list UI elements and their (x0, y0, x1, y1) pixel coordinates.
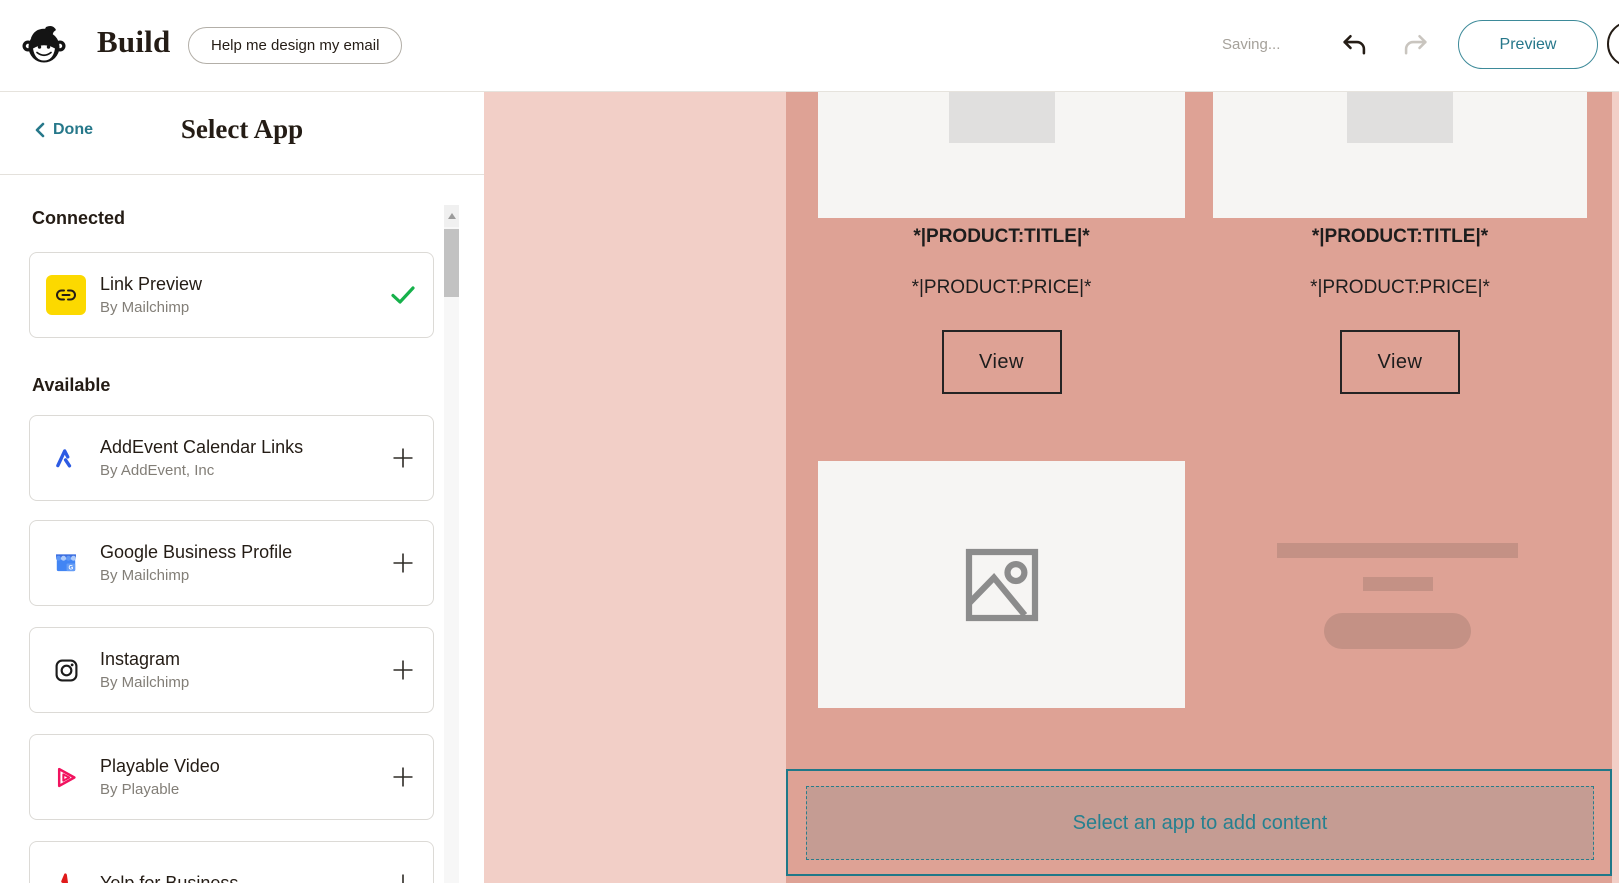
instagram-icon (46, 650, 86, 690)
product-image-placeholder[interactable] (818, 92, 1185, 218)
google-business-icon: G (46, 543, 86, 583)
avatar[interactable] (1607, 21, 1619, 67)
sidebar-scrollbar[interactable] (444, 205, 459, 883)
addevent-icon (46, 438, 86, 478)
product-price: *|PRODUCT:PRICE|* (1310, 277, 1490, 298)
top-bar: Build Help me design my email Saving... … (0, 0, 1619, 92)
app-author: By Mailchimp (100, 299, 190, 316)
app-author: By Playable (100, 781, 180, 798)
app-name: Playable Video (100, 756, 220, 776)
product-block-2[interactable]: *|PRODUCT:TITLE|* *|PRODUCT:PRICE|* View (1213, 92, 1587, 502)
playable-icon (46, 757, 86, 797)
undo-icon[interactable] (1340, 31, 1368, 59)
app-card-google-business[interactable]: G Google Business Profile By Mailchimp (29, 520, 434, 606)
scrollbar-thumb[interactable] (444, 229, 459, 297)
app-name: Link Preview (100, 274, 203, 294)
help-design-button[interactable]: Help me design my email (188, 27, 403, 64)
select-app-panel: Done Select App Connected Link Preview B… (0, 92, 484, 883)
app-name: Google Business Profile (100, 542, 293, 562)
image-placeholder-fragment (1347, 92, 1453, 143)
yelp-icon (46, 864, 86, 883)
product-image-placeholder[interactable] (1213, 92, 1587, 218)
product-view-button[interactable]: View (1340, 330, 1460, 394)
app-card-link-preview[interactable]: Link Preview By Mailchimp (29, 252, 434, 338)
app-dropzone-inner[interactable]: Select an app to add content (806, 786, 1594, 860)
product-view-button[interactable]: View (941, 330, 1062, 394)
email-body: *|PRODUCT:TITLE|* *|PRODUCT:PRICE|* View… (786, 92, 1612, 883)
image-content-block[interactable] (818, 461, 1185, 708)
plus-icon[interactable] (391, 446, 415, 470)
app-dropzone[interactable]: Select an app to add content (786, 769, 1612, 876)
plus-icon[interactable] (391, 765, 415, 789)
image-placeholder-icon (965, 548, 1038, 621)
product-block-1[interactable]: *|PRODUCT:TITLE|* *|PRODUCT:PRICE|* View (818, 92, 1185, 502)
app-author: By AddEvent, Inc (100, 462, 215, 479)
section-label-available: Available (32, 375, 111, 395)
product-title: *|PRODUCT:TITLE|* (913, 226, 1090, 247)
preview-button[interactable]: Preview (1458, 20, 1598, 69)
mailchimp-logo-icon[interactable] (21, 21, 67, 67)
section-label-connected: Connected (32, 208, 126, 228)
app-card-instagram[interactable]: Instagram By Mailchimp (29, 627, 434, 713)
page-title: Build (97, 24, 171, 59)
saving-status: Saving... (1222, 36, 1281, 53)
mailchimp-email-builder: Build Help me design my email Saving... … (0, 0, 1619, 883)
app-name: Instagram (100, 649, 181, 669)
check-icon (391, 286, 415, 304)
panel-divider (0, 174, 484, 175)
app-card-playable-video[interactable]: Playable Video By Playable (29, 734, 434, 820)
app-card-yelp[interactable]: Yelp for Business (29, 841, 434, 883)
plus-icon[interactable] (391, 551, 415, 575)
text-placeholder-line-2 (1363, 577, 1433, 591)
scrollbar-up-icon[interactable] (444, 205, 459, 227)
email-canvas: *|PRODUCT:TITLE|* *|PRODUCT:PRICE|* View… (484, 92, 1619, 883)
redo-icon[interactable] (1402, 31, 1430, 59)
app-author: By Mailchimp (100, 567, 190, 584)
button-placeholder (1324, 613, 1471, 649)
dropzone-label: Select an app to add content (1072, 811, 1328, 834)
text-placeholder-line-1 (1277, 543, 1518, 558)
app-name: AddEvent Calendar Links (100, 437, 304, 457)
panel-title: Select App (180, 114, 304, 144)
plus-icon[interactable] (391, 872, 415, 883)
plus-icon[interactable] (391, 658, 415, 682)
svg-text:G: G (69, 566, 74, 572)
product-title: *|PRODUCT:TITLE|* (1311, 226, 1489, 247)
app-author: By Mailchimp (100, 674, 190, 691)
link-icon (46, 275, 86, 315)
app-name: Yelp for Business (100, 872, 239, 883)
image-placeholder-fragment (948, 92, 1055, 143)
product-price: *|PRODUCT:PRICE|* (911, 277, 1092, 298)
app-card-addevent[interactable]: AddEvent Calendar Links By AddEvent, Inc (29, 415, 434, 501)
